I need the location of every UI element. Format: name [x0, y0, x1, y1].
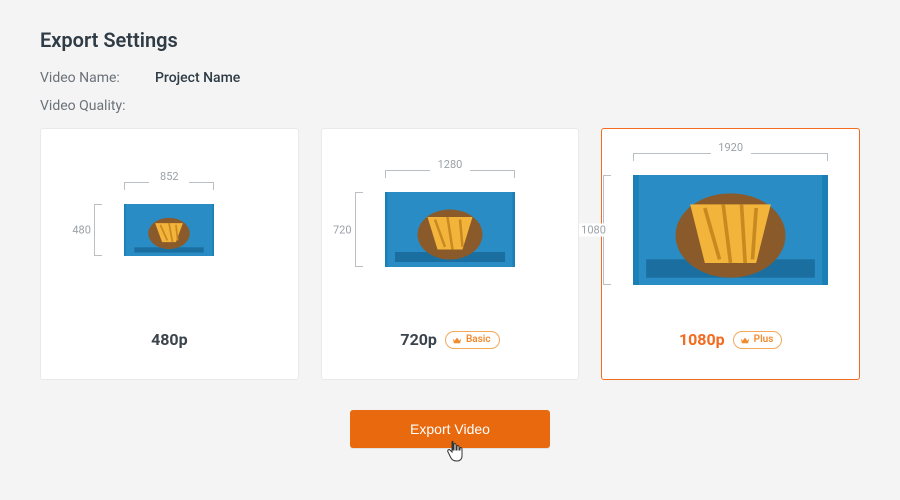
export-row: Export Video: [40, 410, 860, 448]
height-indicator-480p: 480: [94, 204, 102, 256]
video-name-label: Video Name:: [40, 70, 155, 86]
thumbnail-720p: [385, 192, 515, 267]
crown-icon: [740, 336, 750, 344]
badge-plus-text: Plus: [754, 333, 774, 347]
export-video-button[interactable]: Export Video: [350, 410, 550, 448]
video-name-value[interactable]: Project Name: [155, 70, 240, 86]
height-value-1080p: 1080: [579, 223, 608, 236]
preview-720p: 1280 720: [322, 129, 579, 330]
badge-basic: Basic: [445, 331, 500, 349]
thumbnail-1080p: [633, 175, 828, 285]
resolution-label-1080p: 1080p: [679, 330, 725, 349]
preview-480p: 852 480: [41, 129, 298, 330]
label-row-720p: 720p Basic: [400, 330, 499, 349]
badge-basic-text: Basic: [466, 333, 491, 347]
quality-cards: 852 480: [40, 128, 860, 380]
height-indicator-720p: 720: [355, 192, 363, 267]
height-value-720p: 720: [331, 223, 354, 236]
width-value-720p: 1280: [430, 158, 470, 171]
label-row-1080p: 1080p Plus: [679, 330, 782, 349]
height-value-480p: 480: [70, 223, 93, 236]
video-name-row: Video Name: Project Name: [40, 70, 860, 86]
width-indicator-1080p: 1920: [633, 153, 828, 161]
height-indicator-1080p: 1080: [603, 175, 611, 285]
video-quality-label: Video Quality:: [40, 98, 155, 114]
width-indicator-480p: 852: [124, 182, 214, 190]
width-value-480p: 852: [149, 170, 189, 183]
label-row-480p: 480p: [151, 330, 188, 349]
preview-1080p: 1920 1080: [602, 129, 859, 330]
quality-card-1080p[interactable]: 1920 1080: [601, 128, 860, 380]
width-indicator-720p: 1280: [385, 170, 515, 178]
width-value-1080p: 1920: [711, 141, 751, 154]
quality-card-720p[interactable]: 1280 720: [321, 128, 580, 380]
quality-card-480p[interactable]: 852 480: [40, 128, 299, 380]
video-quality-row: Video Quality:: [40, 98, 860, 114]
badge-plus: Plus: [733, 331, 783, 349]
thumbnail-480p: [124, 204, 214, 256]
crown-icon: [452, 336, 462, 344]
resolution-label-720p: 720p: [400, 330, 437, 349]
resolution-label-480p: 480p: [151, 330, 188, 349]
page-title: Export Settings: [40, 28, 860, 52]
